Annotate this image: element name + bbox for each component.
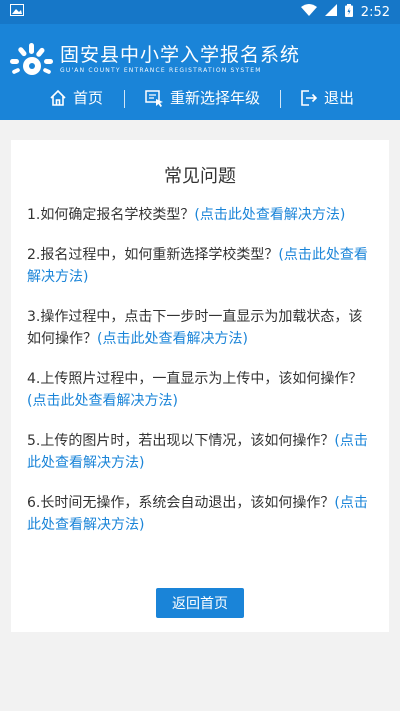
top-nav: 首页 重新选择年级 退出: [0, 84, 400, 114]
notification-image-icon: [10, 4, 24, 20]
nav-reselect-grade[interactable]: 重新选择年级: [145, 87, 260, 108]
home-icon: [50, 89, 66, 106]
faq-solution-link[interactable]: (点击此处查看解决方法): [27, 393, 178, 409]
back-home-button[interactable]: 返回首页: [156, 588, 244, 618]
grade-select-icon: [145, 89, 163, 107]
faq-solution-link[interactable]: (点击此处查看解决方法): [97, 331, 248, 347]
logout-icon: [301, 89, 318, 106]
nav-divider: [124, 90, 125, 108]
page-title: 常见问题: [164, 166, 236, 187]
app-title: 固安县中小学入学报名系统: [60, 43, 301, 66]
faq-solution-link[interactable]: (点击此处查看解决方法): [194, 207, 345, 223]
nav-logout[interactable]: 退出: [300, 87, 354, 108]
faq-list: 1.如何确定报名学校类型？(点击此处查看解决方法) 2.报名过程中，如何重新选择…: [27, 204, 373, 536]
faq-item: 5.上传的图片时，若出现以下情况，该如何操作？(点击此处查看解决方法): [27, 430, 373, 474]
faq-item: 4.上传照片过程中，一直显示为上传中，该如何操作？ (点击此处查看解决方法): [27, 368, 373, 412]
nav-home[interactable]: 首页: [49, 87, 103, 108]
sun-logo-icon: [10, 43, 53, 75]
status-bar: 2:52: [0, 0, 400, 24]
app-subtitle: GU'AN COUNTY ENTRANCE REGISTRATION SYSTE…: [60, 66, 262, 74]
wifi-icon: [300, 4, 317, 20]
faq-item: 3.操作过程中，点击下一步时一直显示为加载状态，该如何操作？(点击此处查看解决方…: [27, 306, 373, 350]
faq-item: 1.如何确定报名学校类型？(点击此处查看解决方法): [27, 204, 373, 226]
faq-question: 5.上传的图片时，若出现以下情况，该如何操作？: [27, 433, 335, 449]
status-indicators: 2:52: [300, 3, 390, 21]
cellular-signal-icon: [324, 4, 337, 20]
app-header: 固安县中小学入学报名系统 GU'AN COUNTY ENTRANCE REGIS…: [0, 24, 400, 120]
faq-question: 4.上传照片过程中，一直显示为上传中，该如何操作？: [27, 371, 363, 387]
battery-icon: [344, 3, 353, 21]
nav-home-label: 首页: [73, 89, 104, 107]
clock: 2:52: [360, 4, 390, 20]
faq-item: 6.长时间无操作，系统会自动退出，该如何操作？(点击此处查看解决方法): [27, 492, 373, 536]
nav-reselect-label: 重新选择年级: [170, 89, 261, 107]
nav-logout-label: 退出: [324, 89, 355, 107]
app-logo: 固安县中小学入学报名系统 GU'AN COUNTY ENTRANCE REGIS…: [8, 36, 300, 82]
faq-card: 常见问题 1.如何确定报名学校类型？(点击此处查看解决方法) 2.报名过程中，如…: [11, 140, 389, 632]
faq-question: 6.长时间无操作，系统会自动退出，该如何操作？: [27, 495, 335, 511]
faq-question: 1.如何确定报名学校类型？: [27, 207, 195, 223]
faq-question: 2.报名过程中，如何重新选择学校类型？: [27, 247, 279, 263]
faq-item: 2.报名过程中，如何重新选择学校类型？(点击此处查看解决方法): [27, 244, 373, 288]
nav-divider: [280, 90, 281, 108]
